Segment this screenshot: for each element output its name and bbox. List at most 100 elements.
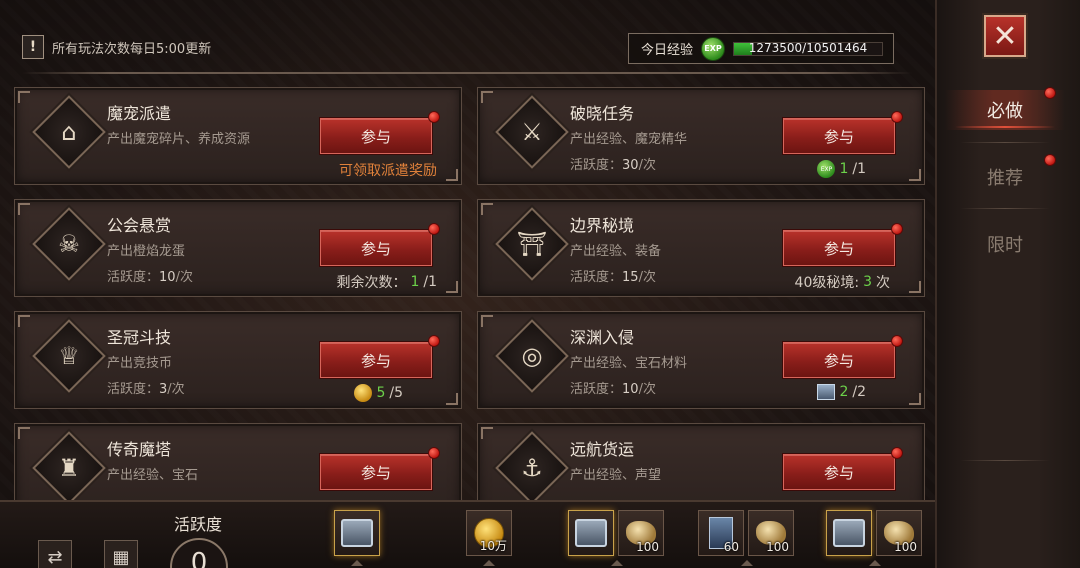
join-button[interactable]: 参与	[783, 342, 895, 378]
note-total: /1	[423, 274, 437, 290]
red-dot-badge	[891, 447, 903, 459]
card-desc: 产出魔宠碎片、养成资源	[107, 132, 251, 147]
activity-label: 活跃度：	[107, 270, 160, 285]
note-total: /2	[852, 384, 866, 400]
card-title: 远航货运	[570, 440, 635, 459]
activity-label: 活跃度：	[570, 382, 623, 397]
scroll-sword-icon: ⚔	[521, 118, 543, 146]
activity-card-crown-arena: ♕ 圣冠斗技 产出竞技币 活跃度：3/次 参与 5/5	[14, 311, 462, 409]
calendar-icon[interactable]: ▦	[104, 540, 138, 568]
reward-amount: 60	[723, 540, 739, 554]
gate-icon: ⛩	[516, 230, 548, 258]
exp-progress-bar: 1273500/10501464	[733, 40, 884, 56]
join-button[interactable]: 参与	[783, 230, 895, 266]
pet-dispatch-icon: ⌂	[61, 118, 77, 146]
join-button[interactable]: 参与	[320, 342, 432, 378]
activity-card-guild-bounty: ☠ 公会悬赏 产出橙焰龙蛋 活跃度：10/次 参与 剩余次数： 1/1	[14, 199, 462, 297]
card-note: 40级秘境: 3 次	[795, 272, 890, 292]
reward-amount: 10万	[479, 539, 507, 553]
card-activity: 活跃度：3/次	[107, 378, 185, 397]
card-title: 破晓任务	[570, 104, 635, 123]
red-dot-badge	[1044, 87, 1056, 99]
activity-value: 10	[622, 382, 639, 397]
card-title: 公会悬赏	[107, 216, 172, 235]
card-desc: 产出橙焰龙蛋	[107, 244, 186, 259]
category-sidebar	[935, 0, 1080, 568]
card-title: 边界秘境	[570, 216, 635, 235]
notice-text: 所有玩法次数每日5:00更新	[52, 41, 212, 57]
card-activity: 活跃度：10/次	[570, 378, 656, 397]
activity-label: 活跃度：	[107, 382, 160, 397]
reward-ore-2[interactable]: 100	[748, 510, 794, 556]
note-current: 5	[376, 385, 386, 401]
exclamation-icon: !	[22, 35, 44, 59]
card-activity: 活跃度：30/次	[570, 154, 656, 173]
refresh-icon[interactable]: ⇄	[38, 540, 72, 568]
activity-card-abyss-invasion: ◎ 深渊入侵 产出经验、宝石材料 活跃度：10/次 参与 2/2	[477, 311, 925, 409]
abyss-gate-icon: ◎	[521, 342, 543, 370]
red-dot-badge	[891, 111, 903, 123]
chest-icon	[341, 519, 373, 547]
card-activity: 活跃度：15/次	[570, 266, 656, 285]
join-button[interactable]: 参与	[320, 118, 432, 154]
reward-chest-3[interactable]	[826, 510, 872, 556]
close-icon[interactable]: ✕	[984, 15, 1026, 57]
card-note: EXP 1/1	[817, 160, 866, 178]
activity-card-border-realm: ⛩ 边界秘境 产出经验、装备 活跃度：15/次 参与 40级秘境: 3 次	[477, 199, 925, 297]
top-divider	[22, 72, 912, 74]
reward-coin[interactable]: 10万	[466, 510, 512, 556]
tab-divider	[960, 460, 1050, 461]
note-total: /1	[852, 161, 866, 177]
card-desc: 产出经验、宝石	[107, 468, 199, 483]
red-dot-badge	[891, 223, 903, 235]
join-button[interactable]: 参与	[783, 454, 895, 490]
chest-icon	[575, 519, 607, 547]
activity-label: 活跃度：	[570, 270, 623, 285]
activity-total-label: 活跃度	[174, 515, 223, 534]
card-title: 圣冠斗技	[107, 328, 172, 347]
red-dot-badge	[428, 111, 440, 123]
exp-orb-icon: EXP	[817, 160, 836, 178]
card-activity: 活跃度：10/次	[107, 266, 193, 285]
reward-card[interactable]: 60	[698, 510, 744, 556]
card-note: 5/5	[354, 384, 403, 402]
daily-reset-notice: ! 所有玩法次数每日5:00更新	[22, 35, 211, 59]
note-total: 次	[876, 275, 890, 291]
note-prefix: 剩余次数：	[336, 275, 407, 291]
red-dot-badge	[428, 335, 440, 347]
red-dot-badge	[1044, 154, 1056, 166]
trophy-icon: ♕	[58, 342, 80, 370]
tower-icon: ♜	[58, 454, 80, 482]
exp-progress-text: 1273500/10501464	[748, 40, 868, 55]
reward-ore-3[interactable]: 100	[876, 510, 922, 556]
tab-divider	[960, 208, 1050, 209]
red-dot-badge	[428, 223, 440, 235]
daily-exp-panel: 今日经验 EXP 1273500/10501464	[628, 33, 894, 64]
reward-amount: 100	[636, 540, 659, 554]
join-button[interactable]: 参与	[320, 454, 432, 490]
activity-suffix: /次	[638, 270, 656, 285]
note-current: 3	[863, 274, 872, 290]
card-desc: 产出经验、装备	[570, 244, 662, 259]
activity-suffix: /次	[175, 270, 193, 285]
reward-ore-1[interactable]: 100	[618, 510, 664, 556]
note-prefix: 40级秘境:	[794, 275, 860, 291]
reward-marker	[869, 560, 881, 566]
tab-limited[interactable]: 限时	[945, 224, 1065, 264]
reward-chest-1[interactable]	[334, 510, 380, 556]
reward-chest-2[interactable]	[568, 510, 614, 556]
card-desc: 产出经验、魔宠精华	[570, 132, 688, 147]
note-current: 1	[839, 161, 849, 177]
note-current: 2	[839, 384, 849, 400]
note-total: /5	[389, 385, 403, 401]
join-button[interactable]: 参与	[783, 118, 895, 154]
chest-icon	[833, 519, 865, 547]
card-desc: 产出经验、声望	[570, 468, 662, 483]
join-button[interactable]: 参与	[320, 230, 432, 266]
activity-value: 15	[622, 270, 639, 285]
card-title: 深渊入侵	[570, 328, 635, 347]
activity-suffix: /次	[638, 382, 656, 397]
anchor-icon: ⚓	[521, 454, 543, 482]
red-dot-badge	[891, 335, 903, 347]
tab-divider	[960, 142, 1050, 143]
